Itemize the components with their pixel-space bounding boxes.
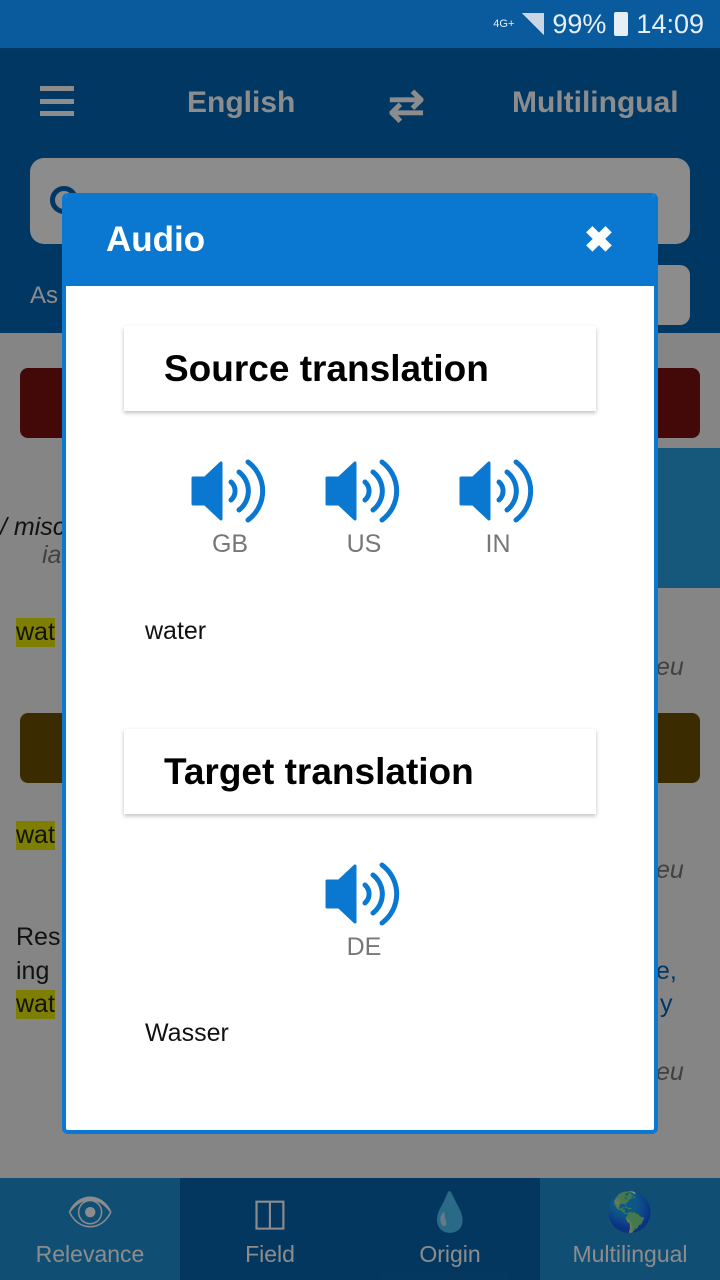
play-de-button[interactable]: DE — [324, 861, 404, 962]
dialog-title: Audio — [106, 219, 206, 259]
signal-icon — [522, 13, 545, 35]
speaker-icon — [191, 459, 266, 523]
battery-percent: 99% — [552, 8, 607, 39]
speaker-icon — [325, 459, 400, 523]
battery-icon — [614, 12, 629, 36]
speaker-icon — [459, 459, 534, 523]
play-gb-button[interactable]: GB — [190, 458, 270, 559]
play-us-button[interactable]: US — [324, 458, 404, 559]
status-bar: 4G+ 99% 14:09 — [0, 0, 720, 48]
target-word: Wasser — [145, 1019, 229, 1047]
close-icon[interactable]: ✖ — [584, 219, 614, 261]
dialog-header: Audio ✖ — [66, 193, 654, 286]
audio-dialog: Audio ✖ Source translation GB US IN wate… — [62, 193, 658, 1134]
source-word: water — [145, 617, 207, 645]
accent-label: IN — [485, 530, 511, 558]
accent-label: DE — [346, 933, 382, 961]
accent-label: US — [346, 530, 382, 558]
accent-label: GB — [211, 530, 249, 558]
network-indicator: 4G+ — [493, 17, 515, 30]
clock: 14:09 — [636, 8, 704, 39]
play-in-button[interactable]: IN — [458, 458, 538, 559]
speaker-icon — [325, 862, 400, 926]
target-translation-heading: Target translation — [124, 729, 596, 814]
source-translation-heading: Source translation — [124, 326, 596, 411]
